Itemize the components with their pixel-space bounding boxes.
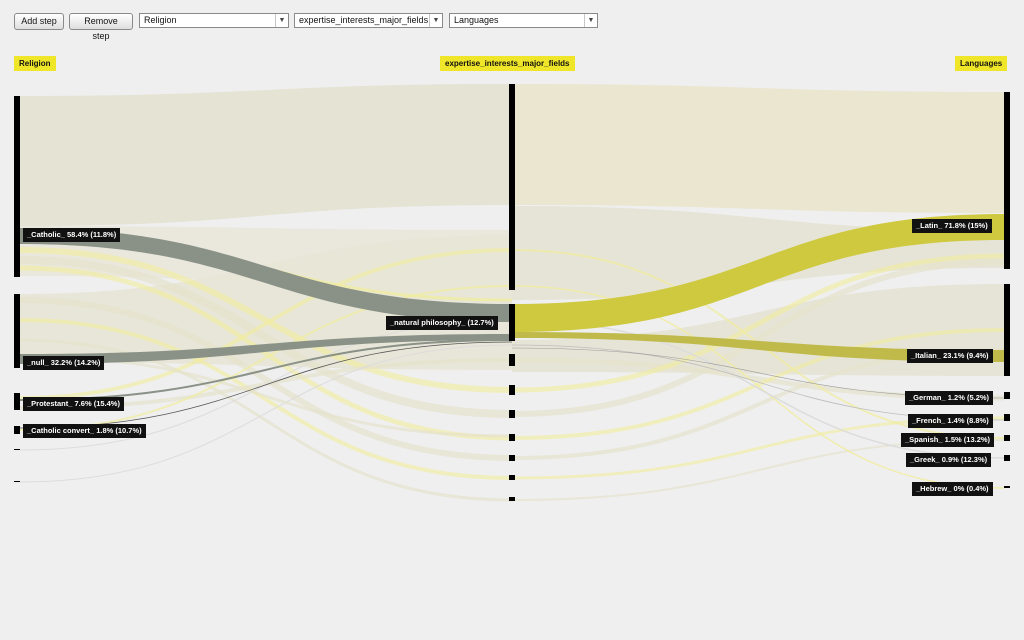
node-label-catholic-convert[interactable]: _Catholic convert_ 1.8% (10.7%)	[23, 424, 146, 438]
node-label-hebrew[interactable]: _Hebrew_ 0% (0.4%)	[912, 482, 993, 496]
node-bar-italian[interactable]	[1004, 284, 1010, 376]
node-bar-french[interactable]	[1004, 414, 1010, 421]
node-bar-mid[interactable]	[509, 455, 515, 461]
node-bar-catholic[interactable]	[14, 96, 20, 277]
node-label-null[interactable]: _null_ 32.2% (14.2%)	[23, 356, 105, 370]
node-bar-mid-top[interactable]	[509, 84, 515, 290]
node-label-natural-philosophy[interactable]: _natural philosophy_ (12.7%)	[386, 316, 498, 330]
node-bar-small[interactable]	[14, 449, 20, 450]
node-bar-small[interactable]	[14, 481, 20, 482]
flow-band[interactable]	[512, 84, 1004, 213]
node-bar-mid[interactable]	[509, 385, 515, 395]
node-label-greek[interactable]: _Greek_ 0.9% (12.3%)	[906, 453, 992, 467]
node-bar-mid[interactable]	[509, 354, 515, 366]
flow-band[interactable]	[20, 84, 512, 226]
node-bar-german[interactable]	[1004, 392, 1010, 399]
node-label-catholic[interactable]: _Catholic_ 58.4% (11.8%)	[23, 228, 121, 242]
node-label-latin[interactable]: _Latin_ 71.8% (15%)	[912, 219, 992, 233]
node-bar-greek[interactable]	[1004, 455, 1010, 461]
node-bar-null[interactable]	[14, 294, 20, 368]
node-bar-mid[interactable]	[509, 497, 515, 501]
node-label-italian[interactable]: _Italian_ 23.1% (9.4%)	[907, 349, 993, 363]
node-bar-natural-philosophy[interactable]	[509, 304, 515, 341]
node-bar-catholic-convert[interactable]	[14, 426, 20, 434]
node-label-protestant[interactable]: _Protestant_ 7.6% (15.4%)	[23, 397, 124, 411]
node-label-spanish[interactable]: _Spanish_ 1.5% (13.2%)	[901, 433, 995, 447]
node-label-german[interactable]: _German_ 1.2% (5.2%)	[905, 391, 994, 405]
node-bar-mid[interactable]	[509, 475, 515, 480]
node-bar-hebrew[interactable]	[1004, 486, 1010, 488]
node-bar-protestant[interactable]	[14, 393, 20, 410]
node-bar-mid[interactable]	[509, 410, 515, 418]
node-bar-mid[interactable]	[509, 434, 515, 441]
node-bar-latin[interactable]	[1004, 92, 1010, 269]
parallel-sets-chart	[14, 84, 1010, 502]
node-label-french[interactable]: _French_ 1.4% (8.8%)	[908, 414, 993, 428]
node-bar-spanish[interactable]	[1004, 435, 1010, 441]
